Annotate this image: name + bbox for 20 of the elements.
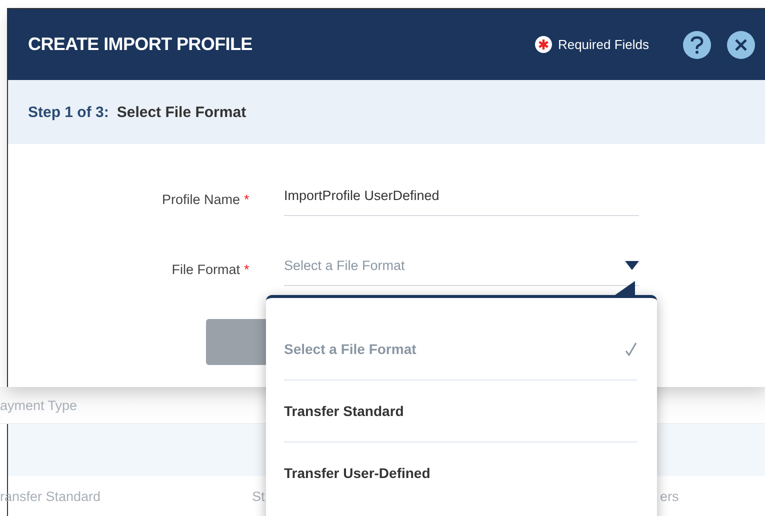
step-title: Select File Format bbox=[116, 104, 246, 120]
profile-name-field[interactable]: ImportProfile UserDefined bbox=[284, 182, 639, 216]
column-header: ayment Type bbox=[0, 398, 78, 412]
field-label: Profile Name bbox=[160, 192, 240, 206]
dropdown-option[interactable]: Transfer User-Defined bbox=[284, 443, 637, 503]
required-mark: * bbox=[243, 192, 250, 206]
help-button[interactable] bbox=[683, 30, 711, 58]
required-icon bbox=[534, 36, 552, 53]
check-icon bbox=[625, 342, 637, 356]
table-cell: ers bbox=[660, 488, 679, 504]
step-label: Step 1 of 3: bbox=[28, 104, 109, 120]
required-note: Required Fields bbox=[558, 37, 649, 52]
table-cell-text: St bbox=[252, 488, 266, 504]
required-mark: * bbox=[243, 262, 250, 276]
close-icon bbox=[735, 38, 747, 50]
field-label: File Format bbox=[170, 262, 240, 276]
dialog-title: CREATE IMPORT PROFILE bbox=[28, 34, 254, 55]
dropdown-option[interactable]: Transfer Standard bbox=[284, 381, 637, 443]
help-icon bbox=[690, 36, 704, 54]
close-button[interactable] bbox=[727, 30, 755, 58]
